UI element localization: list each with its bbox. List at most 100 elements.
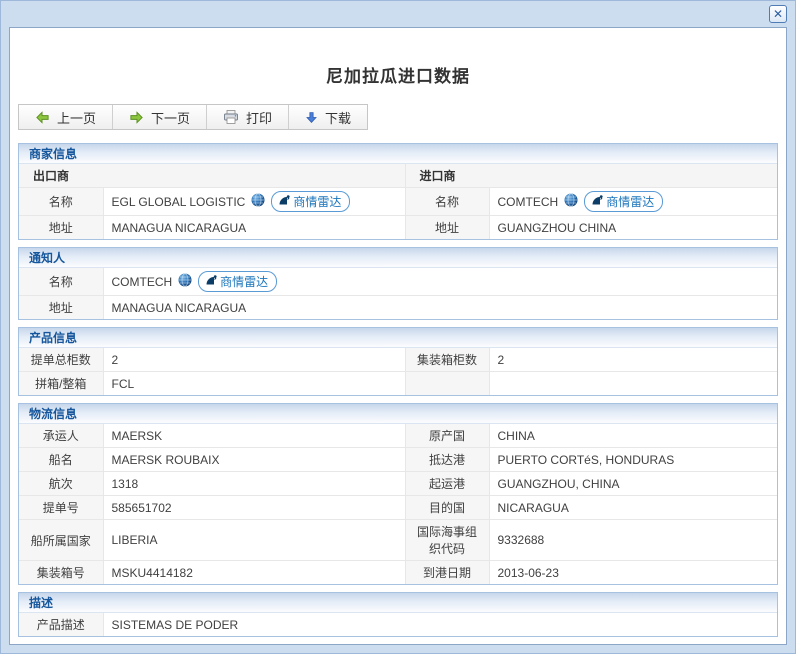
field-label: 国际海事组织代码 <box>405 520 489 561</box>
exporter-name-cell: EGL GLOBAL LOGISTIC 商情雷达 <box>103 188 405 216</box>
arrow-down-icon <box>305 111 318 124</box>
printer-icon <box>223 109 239 125</box>
table-row: 船所属国家 LIBERIA 国际海事组织代码 9332688 <box>19 520 777 561</box>
field-label: 原产国 <box>405 424 489 448</box>
product-description-label: 产品描述 <box>19 613 103 636</box>
section-notify-party: 通知人 名称 COMTECH <box>18 247 778 320</box>
merchant-table: 出口商 进口商 名称 EGL GLOBAL LOGISTIC <box>19 164 777 239</box>
field-label: 到港日期 <box>405 561 489 585</box>
close-icon[interactable]: ✕ <box>769 5 787 23</box>
field-label: 目的国 <box>405 496 489 520</box>
field-value: LIBERIA <box>103 520 405 561</box>
notify-table: 名称 COMTECH 商情雷达 <box>19 268 777 319</box>
globe-icon[interactable] <box>564 193 578 210</box>
modal-titlebar: ✕ <box>1 1 795 27</box>
field-label: 集装箱柜数 <box>405 348 489 372</box>
prev-page-button[interactable]: 上一页 <box>19 105 113 129</box>
table-row: 集装箱号 MSKU4414182 到港日期 2013-06-23 <box>19 561 777 585</box>
field-label: 承运人 <box>19 424 103 448</box>
next-page-button[interactable]: 下一页 <box>113 105 207 129</box>
logistics-table: 承运人 MAERSK 原产国 CHINA 船名 MAERSK ROUBAIX 抵… <box>19 424 777 584</box>
section-header-description: 描述 <box>19 593 777 613</box>
table-row: 船名 MAERSK ROUBAIX 抵达港 PUERTO CORTéS, HON… <box>19 448 777 472</box>
field-label <box>405 372 489 396</box>
table-row: 拼箱/整箱 FCL <box>19 372 777 396</box>
table-row: 航次 1318 起运港 GUANGZHOU, CHINA <box>19 472 777 496</box>
field-value <box>489 372 777 396</box>
prev-page-label: 上一页 <box>57 108 96 127</box>
table-row: 承运人 MAERSK 原产国 CHINA <box>19 424 777 448</box>
globe-icon[interactable] <box>251 193 265 210</box>
modal-window: ✕ 尼加拉瓜进口数据 上一页 下一页 <box>0 0 796 654</box>
section-description: 描述 产品描述 SISTEMAS DE PODER <box>18 592 778 637</box>
business-radar-badge[interactable]: 商情雷达 <box>584 191 663 212</box>
field-value: CHINA <box>489 424 777 448</box>
product-description-value: SISTEMAS DE PODER <box>103 613 777 636</box>
exporter-name: EGL GLOBAL LOGISTIC <box>112 195 246 209</box>
field-value: 1318 <box>103 472 405 496</box>
business-radar-label: 商情雷达 <box>220 273 268 290</box>
field-value: FCL <box>103 372 405 396</box>
field-value: MAERSK ROUBAIX <box>103 448 405 472</box>
satellite-dish-icon <box>591 194 603 209</box>
print-button[interactable]: 打印 <box>207 105 289 129</box>
business-radar-label: 商情雷达 <box>293 193 341 210</box>
field-value: MSKU4414182 <box>103 561 405 585</box>
field-value: 2 <box>103 348 405 372</box>
section-header-notify: 通知人 <box>19 248 777 268</box>
notify-address-label: 地址 <box>19 296 103 320</box>
download-label: 下载 <box>325 108 351 127</box>
section-merchant-info: 商家信息 出口商 进口商 名称 EGL GLOBAL LOGISTIC <box>18 143 778 240</box>
field-label: 抵达港 <box>405 448 489 472</box>
business-radar-badge[interactable]: 商情雷达 <box>198 271 277 292</box>
section-header-merchant: 商家信息 <box>19 144 777 164</box>
product-table: 提单总柜数 2 集装箱柜数 2 拼箱/整箱 FCL <box>19 348 777 395</box>
field-value: 585651702 <box>103 496 405 520</box>
field-value: 9332688 <box>489 520 777 561</box>
satellite-dish-icon <box>278 194 290 209</box>
importer-address: GUANGZHOU CHINA <box>489 216 777 240</box>
importer-address-label: 地址 <box>405 216 489 240</box>
notify-name-cell: COMTECH 商情雷达 <box>103 268 777 296</box>
toolbar: 上一页 下一页 打印 <box>18 104 368 130</box>
arrow-right-icon <box>129 110 144 125</box>
exporter-header: 出口商 <box>19 164 405 188</box>
field-value: 2 <box>489 348 777 372</box>
field-label: 起运港 <box>405 472 489 496</box>
section-header-product: 产品信息 <box>19 328 777 348</box>
exporter-name-label: 名称 <box>19 188 103 216</box>
field-value: PUERTO CORTéS, HONDURAS <box>489 448 777 472</box>
field-label: 航次 <box>19 472 103 496</box>
field-label: 提单号 <box>19 496 103 520</box>
next-page-label: 下一页 <box>151 108 190 127</box>
business-radar-label: 商情雷达 <box>606 193 654 210</box>
field-value: GUANGZHOU, CHINA <box>489 472 777 496</box>
notify-name-label: 名称 <box>19 268 103 296</box>
importer-name-cell: COMTECH 商情雷达 <box>489 188 777 216</box>
arrow-left-icon <box>35 110 50 125</box>
table-row: 提单号 585651702 目的国 NICARAGUA <box>19 496 777 520</box>
notify-name: COMTECH <box>112 275 173 289</box>
satellite-dish-icon <box>205 274 217 289</box>
exporter-address-label: 地址 <box>19 216 103 240</box>
field-value: 2013-06-23 <box>489 561 777 585</box>
download-button[interactable]: 下载 <box>289 105 367 129</box>
field-label: 集装箱号 <box>19 561 103 585</box>
business-radar-badge[interactable]: 商情雷达 <box>271 191 350 212</box>
field-label: 拼箱/整箱 <box>19 372 103 396</box>
globe-icon[interactable] <box>178 273 192 290</box>
field-label: 船名 <box>19 448 103 472</box>
table-row: 产品描述 SISTEMAS DE PODER <box>19 613 777 636</box>
field-label: 提单总柜数 <box>19 348 103 372</box>
field-value: MAERSK <box>103 424 405 448</box>
section-logistics-info: 物流信息 承运人 MAERSK 原产国 CHINA 船名 MAERSK ROUB… <box>18 403 778 585</box>
importer-header: 进口商 <box>405 164 777 188</box>
exporter-address: MANAGUA NICARAGUA <box>103 216 405 240</box>
notify-address: MANAGUA NICARAGUA <box>103 296 777 320</box>
field-label: 船所属国家 <box>19 520 103 561</box>
print-label: 打印 <box>246 108 272 127</box>
field-value: NICARAGUA <box>489 496 777 520</box>
table-row: 提单总柜数 2 集装箱柜数 2 <box>19 348 777 372</box>
description-table: 产品描述 SISTEMAS DE PODER <box>19 613 777 636</box>
modal-content: 尼加拉瓜进口数据 上一页 下一页 <box>9 27 787 645</box>
